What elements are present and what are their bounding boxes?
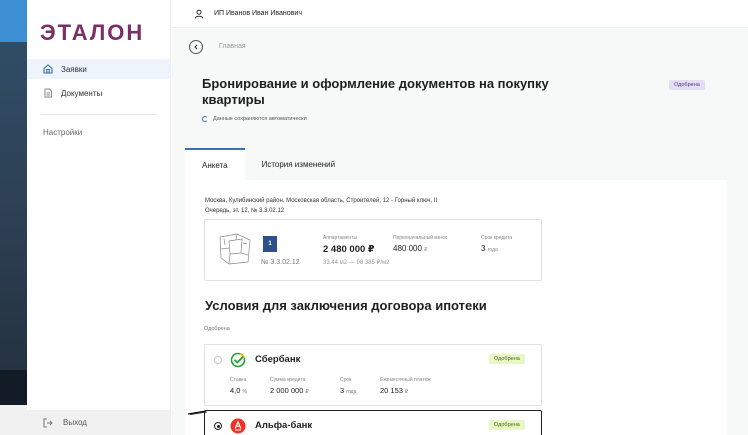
loan-term-value: 3 года bbox=[340, 386, 357, 395]
page-title: Бронирование и оформление документов на … bbox=[202, 76, 549, 107]
floor-plan-icon bbox=[219, 233, 251, 265]
autosave-text: Данные сохраняются автоматически bbox=[213, 116, 307, 122]
logout-icon bbox=[43, 418, 53, 428]
loan-amount-block: Сумма кредита 2 000 000 ₽ bbox=[270, 377, 309, 395]
status-badge: Одобрена bbox=[669, 80, 705, 90]
sidebar-item-requests[interactable]: Заявки bbox=[27, 59, 171, 79]
autosave-indicator: Данные сохраняются автоматически bbox=[202, 116, 307, 122]
main-content: Главная Бронирование и оформление докуме… bbox=[172, 29, 748, 435]
tab-history[interactable]: История изменений bbox=[245, 148, 353, 180]
loan-term-label: Срок bbox=[340, 377, 352, 383]
loan-amount-value: 2 000 000 ₽ bbox=[270, 386, 309, 395]
bank-option-alfabank[interactable]: Альфа-банк Одобрена bbox=[204, 410, 542, 435]
price-block: Аппартаменты 2 480 000 ₽ bbox=[323, 235, 375, 255]
approved-group-label: Одобрена bbox=[204, 326, 230, 332]
down-payment-value: 480 000 ₽ bbox=[393, 244, 428, 253]
bank-status-badge: Одобрена bbox=[489, 420, 525, 430]
apartment-card[interactable]: 1 № 3.3.02.12 Аппартаменты 2 480 000 ₽ П… bbox=[204, 219, 542, 281]
tab-questionnaire[interactable]: Анкета bbox=[185, 148, 245, 180]
monthly-payment-block: Ежемесячный платеж 20 153 ₽ bbox=[380, 377, 431, 395]
bank-name: Сбербанк bbox=[255, 354, 301, 365]
rate-block: Ставка 4,0 % bbox=[230, 377, 247, 395]
logout-label: Выход bbox=[63, 418, 87, 427]
loading-icon bbox=[202, 116, 208, 122]
bank-option-sberbank[interactable]: Сбербанк Одобрена Ставка 4,0 % Сумма кре… bbox=[204, 344, 542, 406]
sidebar-divider bbox=[41, 114, 157, 115]
bank-name: Альфа-банк bbox=[255, 420, 313, 431]
logout-button[interactable]: Выход bbox=[27, 410, 171, 435]
down-payment-block: Первоначальный взнос 480 000 ₽ bbox=[393, 235, 447, 253]
apartment-code: № 3.3.02.12 bbox=[261, 259, 300, 266]
monthly-payment-label: Ежемесячный платеж bbox=[380, 377, 431, 383]
bank-radio[interactable] bbox=[214, 356, 222, 364]
brand-logo[interactable]: ЭТАЛОН bbox=[40, 20, 144, 46]
apartment-address: Москва, Кулибинский район, Московская об… bbox=[205, 198, 438, 214]
sberbank-logo-icon bbox=[230, 352, 246, 368]
sidebar-item-documents[interactable]: Документы bbox=[27, 83, 171, 103]
home-icon bbox=[43, 64, 53, 74]
chevron-left-icon bbox=[194, 44, 198, 50]
rooms-badge: 1 bbox=[263, 236, 277, 252]
sidebar: ЭТАЛОН Заявки Документы Настройки Выход bbox=[27, 0, 171, 435]
back-button[interactable] bbox=[189, 40, 203, 54]
rate-value: 4,0 % bbox=[230, 386, 247, 395]
topbar: ИП Иванов Иван Иванович bbox=[172, 0, 748, 28]
loan-amount-label: Сумма кредита bbox=[270, 377, 306, 383]
rate-label: Ставка bbox=[230, 377, 247, 383]
price-value: 2 480 000 ₽ bbox=[323, 244, 375, 255]
user-name[interactable]: ИП Иванов Иван Иванович bbox=[214, 10, 302, 17]
term-label: Срок кредита bbox=[481, 235, 513, 241]
alfabank-logo-icon bbox=[230, 418, 246, 434]
bank-status-badge: Одобрена bbox=[489, 354, 525, 364]
user-icon[interactable] bbox=[194, 9, 204, 19]
questionnaire-card: Москва, Кулибинский район, Московская об… bbox=[185, 180, 727, 435]
down-payment-label: Первоначальный взнос bbox=[393, 235, 448, 241]
bank-radio-selected[interactable] bbox=[214, 422, 222, 430]
term-value: 3 года bbox=[481, 244, 498, 253]
window-side-strip bbox=[0, 0, 27, 435]
sidebar-item-label: Заявки bbox=[61, 64, 87, 74]
breadcrumb[interactable]: Главная bbox=[219, 43, 246, 50]
mortgage-section-title: Условия для заключения договора ипотеки bbox=[205, 298, 487, 313]
tabs: Анкета История изменений bbox=[185, 148, 727, 180]
price-label: Аппартаменты bbox=[323, 235, 358, 241]
apartment-area: 33.44 м2 — 98 385 ₽/м2 bbox=[323, 260, 390, 266]
document-icon bbox=[43, 88, 53, 98]
loan-term-block: Срок 3 года bbox=[340, 377, 356, 395]
term-block: Срок кредита 3 года bbox=[481, 235, 512, 253]
monthly-payment-value: 20 153 ₽ bbox=[380, 386, 409, 395]
cursor-artifact bbox=[188, 410, 208, 415]
sidebar-item-label: Документы bbox=[61, 88, 103, 98]
sidebar-item-settings[interactable]: Настройки bbox=[43, 128, 82, 137]
